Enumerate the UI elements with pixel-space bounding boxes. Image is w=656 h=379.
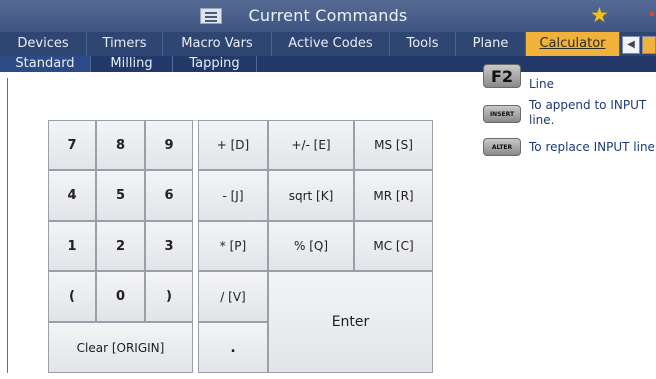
alter-help-text: To replace INPUT line (529, 140, 655, 154)
star-icon: ★ (590, 3, 609, 27)
key-0[interactable]: 0 (96, 271, 145, 322)
key-7[interactable]: 7 (48, 120, 96, 170)
tab-scroll-left-icon[interactable]: ◀ (622, 36, 640, 54)
tab-plane[interactable]: Plane (456, 32, 526, 56)
alter-key-icon: ALTER (483, 138, 521, 156)
key-right-paren[interactable]: ) (145, 271, 193, 322)
title-bar: Current Commands ★ (0, 0, 656, 32)
key-8[interactable]: 8 (96, 120, 145, 170)
f2-key-icon: F2 (483, 64, 521, 88)
tab-timers[interactable]: Timers (87, 32, 163, 56)
key-left-paren[interactable]: ( (48, 271, 96, 322)
help-panel: F2 Line INSERT To append to INPUT line. … (478, 60, 656, 170)
key-divide[interactable]: / [V] (198, 271, 268, 322)
subtab-tapping[interactable]: Tapping (173, 56, 257, 72)
key-3[interactable]: 3 (145, 221, 193, 271)
insert-help-text: To append to INPUT line. (529, 98, 647, 127)
tab-devices[interactable]: Devices (0, 32, 87, 56)
key-memory-store[interactable]: MS [S] (354, 120, 433, 170)
clear-button[interactable]: Clear [ORIGIN] (48, 322, 193, 373)
tab-active-codes[interactable]: Active Codes (272, 32, 390, 56)
tab-scroll-right-icon[interactable] (642, 36, 656, 54)
key-2[interactable]: 2 (96, 221, 145, 271)
calculator-display (48, 80, 433, 121)
key-6[interactable]: 6 (145, 170, 193, 221)
key-subtract[interactable]: - [J] (198, 170, 268, 221)
key-multiply[interactable]: * [P] (198, 221, 268, 271)
main-tabs: Devices Timers Macro Vars Active Codes T… (0, 32, 656, 56)
key-add[interactable]: + [D] (198, 120, 268, 170)
window-title: Current Commands (248, 6, 408, 25)
insert-key-icon: INSERT (483, 105, 521, 123)
key-decimal[interactable]: . (198, 322, 268, 373)
f2-help-text: Line (529, 77, 555, 91)
left-divider (7, 78, 8, 373)
subtab-standard[interactable]: Standard (0, 56, 91, 72)
key-4[interactable]: 4 (48, 170, 96, 221)
tab-macro-vars[interactable]: Macro Vars (163, 32, 272, 56)
key-5[interactable]: 5 (96, 170, 145, 221)
key-1[interactable]: 1 (48, 221, 96, 271)
key-memory-clear[interactable]: MC [C] (354, 221, 433, 271)
key-memory-recall[interactable]: MR [R] (354, 170, 433, 221)
key-percent[interactable]: % [Q] (268, 221, 354, 271)
enter-button[interactable]: Enter (268, 271, 433, 373)
key-negate[interactable]: +/- [E] (268, 120, 354, 170)
key-9[interactable]: 9 (145, 120, 193, 170)
status-dot (650, 12, 654, 16)
subtab-milling[interactable]: Milling (91, 56, 173, 72)
tab-tools[interactable]: Tools (390, 32, 456, 56)
key-sqrt[interactable]: sqrt [K] (268, 170, 354, 221)
tab-calculator[interactable]: Calculator (526, 32, 620, 56)
